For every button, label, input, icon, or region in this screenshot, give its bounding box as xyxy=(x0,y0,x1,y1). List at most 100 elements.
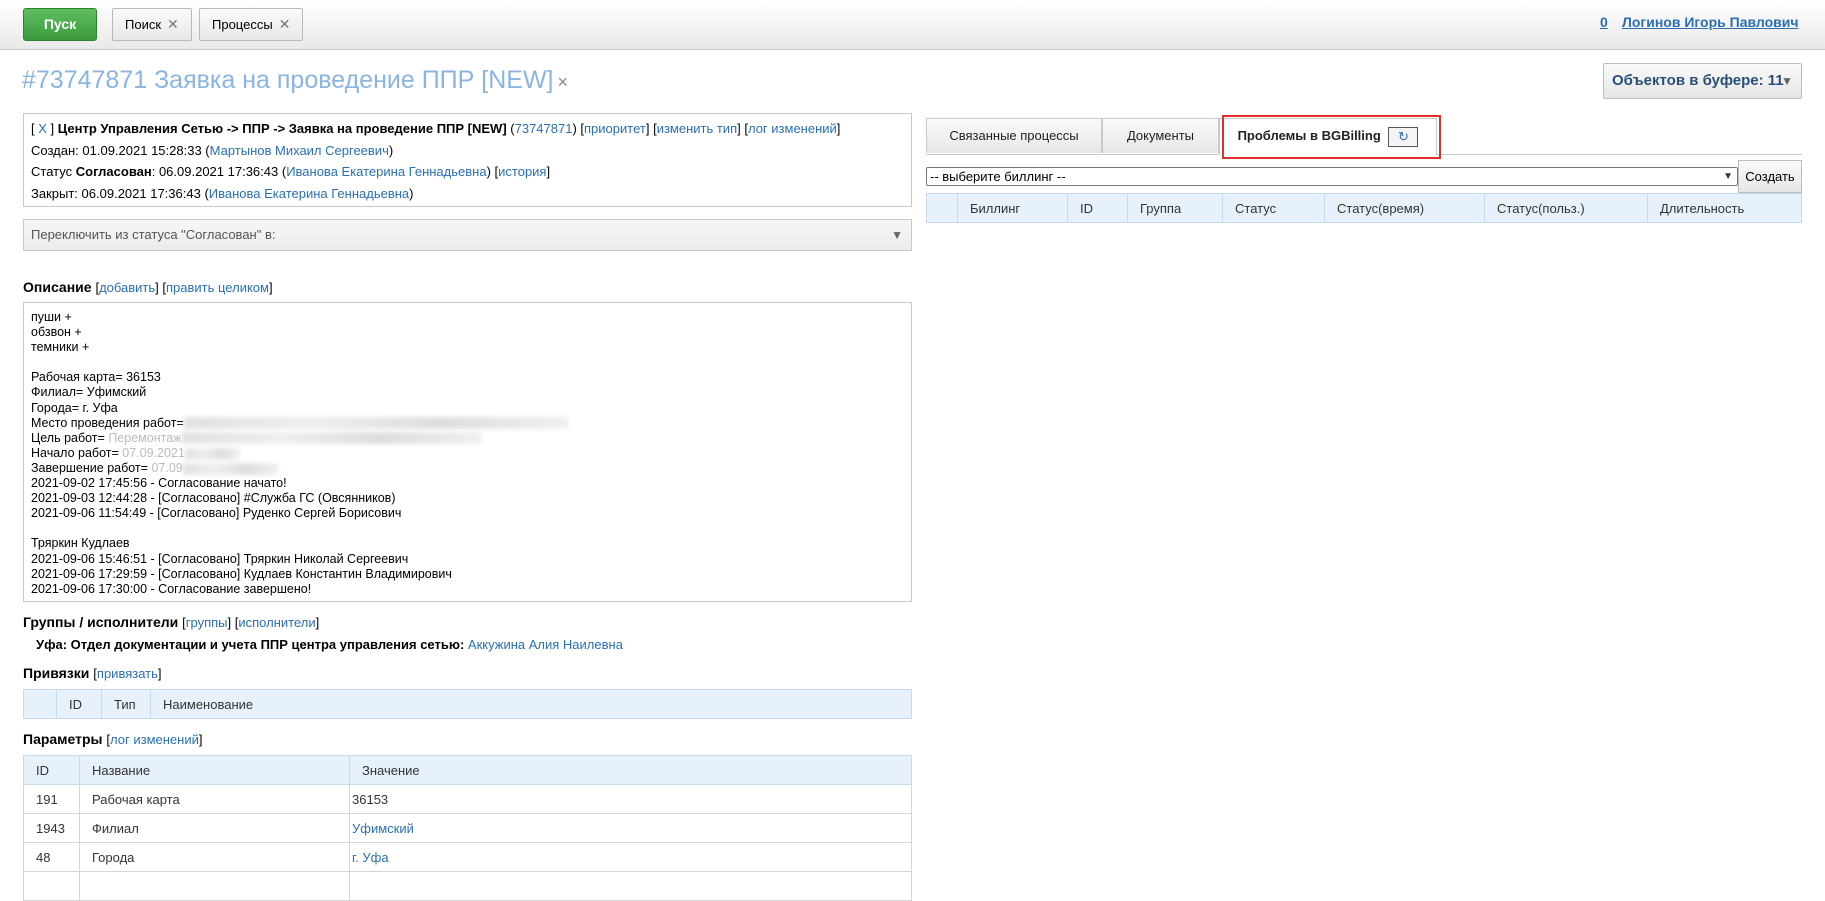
table-header-row: Биллинг ID Группа Статус Статус(время) С… xyxy=(926,193,1802,223)
param-name xyxy=(79,871,350,901)
param-id: 48 xyxy=(23,842,80,872)
tab-search[interactable]: Поиск ✕ xyxy=(112,8,192,41)
table-row: 191 Рабочая карта 36153 xyxy=(23,784,912,814)
description-line: 2021-09-03 12:44:28 - [Согласовано] #Слу… xyxy=(31,491,396,506)
closed-line: Закрыт: 06.09.2021 17:36:43 (Иванова Ека… xyxy=(31,185,414,201)
process-id-link[interactable]: 73747871 xyxy=(515,121,573,136)
executor-link[interactable]: Аккужина Алия Наилевна xyxy=(468,637,623,652)
description-line: Тряркин Кудлаев xyxy=(31,536,130,551)
start-label: Начало работ= xyxy=(31,445,119,460)
description-title: Описание xyxy=(23,279,92,295)
param-value[interactable]: 36153 xyxy=(349,784,912,814)
close-icon[interactable]: ✕ xyxy=(167,16,179,32)
place-label: Место проведения работ= xyxy=(31,415,184,430)
process-path: Центр Управления Сетью -> ППР -> Заявка … xyxy=(57,121,507,136)
column-header: Статус xyxy=(1222,193,1325,223)
column-header: ID xyxy=(56,689,102,719)
status-line: Статус Согласован: 06.09.2021 17:36:43 (… xyxy=(31,164,551,179)
groups-heading: Группы / исполнители [группы] [исполните… xyxy=(23,614,320,630)
description-line: пуши + xyxy=(31,310,72,324)
change-type-link[interactable]: изменить тип xyxy=(657,121,737,136)
description-line: обзвон + xyxy=(31,325,82,340)
tab-related-processes[interactable]: Связанные процессы xyxy=(926,118,1102,153)
tab-documents[interactable]: Документы xyxy=(1102,118,1219,153)
created-date: 01.09.2021 15:28:33 xyxy=(82,142,202,158)
column-header xyxy=(23,689,57,719)
status-date: 06.09.2021 17:36:43 xyxy=(158,164,279,179)
status-label: Статус xyxy=(31,164,73,179)
description-line: 2021-09-06 17:30:00 - Согласование завер… xyxy=(31,581,312,596)
description-edit-link[interactable]: править целиком xyxy=(166,280,269,295)
params-title: Параметры xyxy=(23,731,103,747)
chevron-down-icon: ▼ xyxy=(891,228,903,242)
groups-link[interactable]: группы xyxy=(186,615,228,630)
description-line: Рабочая карта= 36153 xyxy=(31,370,161,385)
group-name: Уфа: Отдел документации и учета ППР цент… xyxy=(36,637,465,652)
redacted-text xyxy=(181,432,482,445)
end-label: Завершение работ= xyxy=(31,460,148,475)
description-line: Филиал= Уфимский xyxy=(31,385,147,400)
column-header: Биллинг xyxy=(957,193,1068,223)
page-title-text: #73747871 Заявка на проведение ППР [NEW] xyxy=(22,66,554,94)
user-counter[interactable]: 0 xyxy=(1600,14,1608,30)
create-button[interactable]: Создать xyxy=(1738,160,1802,193)
created-by-link[interactable]: Мартынов Михаил Сергеевич xyxy=(210,143,389,158)
param-value[interactable]: Уфимский xyxy=(349,813,912,843)
user-name-link[interactable]: Логинов Игорь Павлович xyxy=(1622,14,1799,30)
groups-title: Группы / исполнители xyxy=(23,614,179,630)
bind-link[interactable]: привязать xyxy=(97,666,158,681)
column-header: Группа xyxy=(1127,193,1223,223)
status-switch-dropdown[interactable]: Переключить из статуса "Согласован" в: ▼ xyxy=(23,219,912,251)
description-line: 2021-09-06 11:54:49 - [Согласовано] Руде… xyxy=(31,506,402,521)
status-switch-label: Переключить из статуса "Согласован" в: xyxy=(31,227,276,242)
param-name: Филиал xyxy=(79,813,350,843)
billing-select[interactable]: -- выберите биллинг -- ▼ xyxy=(926,167,1738,186)
param-name: Рабочая карта xyxy=(79,784,350,814)
links-heading: Привязки [привязать] xyxy=(23,665,162,681)
billing-table: Биллинг ID Группа Статус Статус(время) С… xyxy=(926,193,1802,223)
param-id: 191 xyxy=(23,784,80,814)
description-add-link[interactable]: добавить xyxy=(99,280,155,295)
status-by-link[interactable]: Иванова Екатерина Геннадьевна xyxy=(286,164,486,179)
goal-label: Цель работ= xyxy=(31,430,105,445)
column-header: Статус(польз.) xyxy=(1484,193,1648,223)
description-line xyxy=(31,521,904,536)
column-header: Наименование xyxy=(150,689,912,719)
process-path-line: [ X ] Центр Управления Сетью -> ППР -> З… xyxy=(31,121,841,136)
change-log-link[interactable]: лог изменений xyxy=(748,121,837,136)
description-line: Место проведения работ= xyxy=(31,416,904,431)
param-value[interactable]: г. Уфа xyxy=(349,842,912,872)
params-table: ID Название Значение 191 Рабочая карта 3… xyxy=(23,755,912,901)
param-value xyxy=(349,871,912,901)
table-header-row: ID Название Значение xyxy=(23,755,912,785)
billing-select-value: -- выберите биллинг -- xyxy=(930,169,1066,184)
table-row xyxy=(23,871,912,901)
links-title: Привязки xyxy=(23,665,90,681)
redacted-text xyxy=(183,417,569,430)
priority-link[interactable]: приоритет xyxy=(584,121,646,136)
status-value: Согласован xyxy=(75,164,152,179)
tab-processes[interactable]: Процессы ✕ xyxy=(199,8,304,41)
redacted-text xyxy=(182,462,278,475)
param-id xyxy=(23,871,80,901)
column-header xyxy=(926,193,958,223)
close-icon[interactable]: × xyxy=(557,72,568,92)
close-process-link[interactable]: X xyxy=(38,121,47,136)
top-bar: Пуск Поиск ✕ Процессы ✕ 0 Логинов Игорь Па… xyxy=(0,0,1825,50)
table-row: 1943 Филиал Уфимский xyxy=(23,813,912,843)
column-header: Значение xyxy=(349,755,912,785)
start-button[interactable]: Пуск xyxy=(23,8,97,41)
description-line: Начало работ= 07.09.2021 xyxy=(31,446,904,461)
description-line: 2021-09-06 17:29:59 - [Согласовано] Кудл… xyxy=(31,566,452,581)
redacted-text xyxy=(184,447,240,460)
history-link[interactable]: история xyxy=(498,164,546,179)
table-row: 48 Города г. Уфа xyxy=(23,842,912,872)
closed-by-link[interactable]: Иванова Екатерина Геннадьевна xyxy=(209,186,409,201)
executors-link[interactable]: исполнители xyxy=(238,615,315,630)
description-line: темники + xyxy=(31,340,90,355)
closed-date: 06.09.2021 17:36:43 xyxy=(81,185,201,201)
buffer-dropdown[interactable]: Объектов в буфере: 11 ▼ xyxy=(1603,63,1802,99)
close-icon[interactable]: ✕ xyxy=(279,16,291,32)
params-log-link[interactable]: лог изменений xyxy=(110,732,199,747)
param-id: 1943 xyxy=(23,813,80,843)
